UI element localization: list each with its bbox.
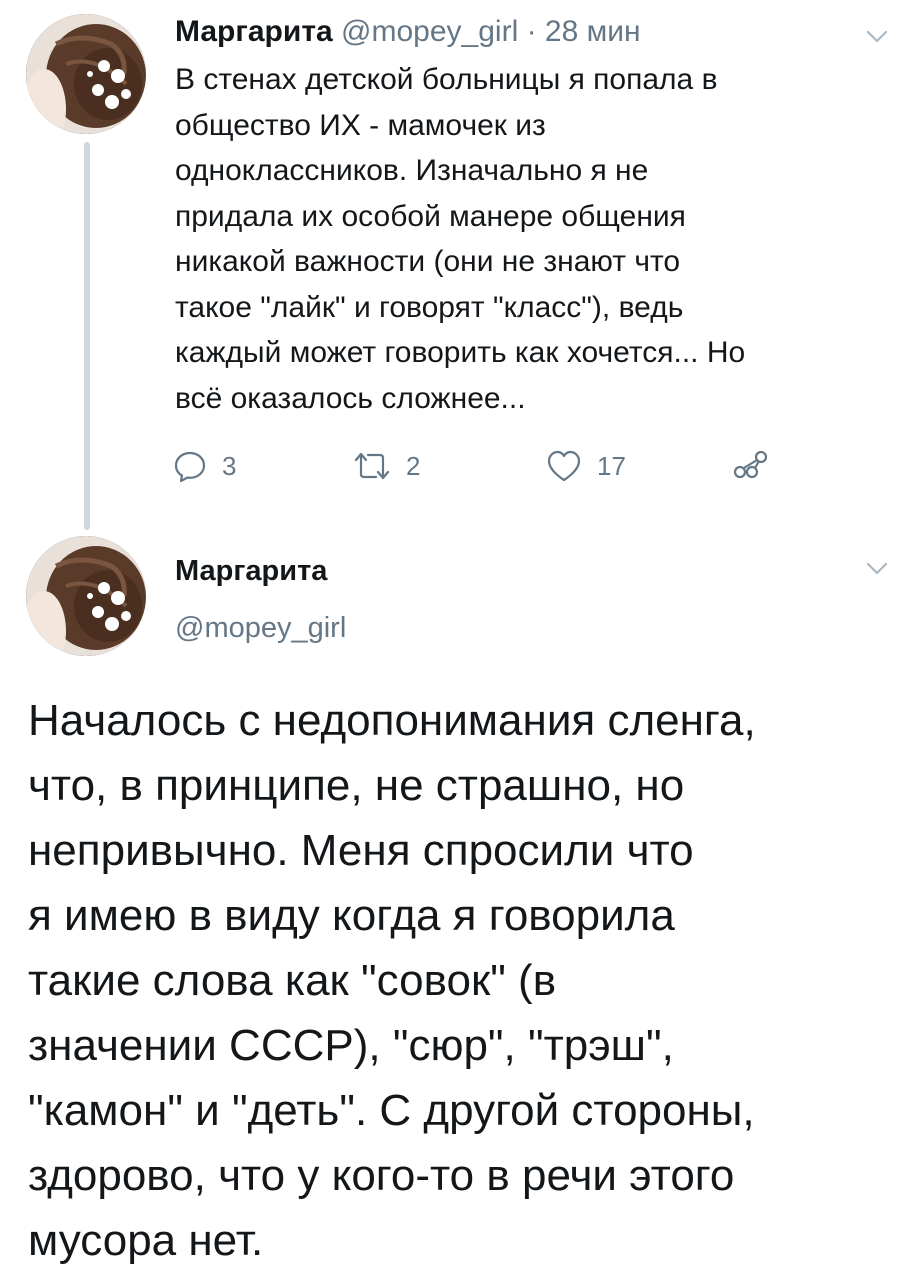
- avatar-photo: [26, 536, 146, 656]
- tweet-text-line: всё оказалось сложнее...: [175, 381, 526, 415]
- share-icon: [733, 450, 768, 479]
- tweet-text-line: каждый может говорить как хочется... Но: [175, 336, 746, 369]
- separator-dot: ·: [526, 15, 537, 48]
- avatar[interactable]: [26, 536, 146, 656]
- thread-connector-line: [84, 142, 90, 530]
- avatar[interactable]: [26, 14, 146, 134]
- tweet-text-line: мусора нет.: [28, 1216, 264, 1265]
- tweet-text-line: такое "лайк" и говорят "класс"), ведь: [175, 290, 684, 324]
- tweet-text-line: я имею в виду когда я говорила: [28, 891, 675, 940]
- tweet-actions: 3 2 17: [172, 446, 792, 486]
- share-button[interactable]: [732, 446, 770, 486]
- tweet-text-line: "камон" и "деть". С другой стороны,: [28, 1086, 755, 1135]
- display-name[interactable]: Маргарита: [175, 15, 333, 48]
- like-count: 17: [597, 450, 626, 481]
- tweet-text-line: одноклассников. Изначально я не: [175, 154, 649, 187]
- tweet-text: Началось с недопонимания сленга, что, в …: [28, 688, 898, 1273]
- tweet-text-line: общество ИХ - мамочек из: [175, 108, 546, 142]
- reply-count: 3: [222, 450, 237, 481]
- tweet-text-line: здорово, что у кого-то в речи этого: [28, 1151, 735, 1200]
- avatar-photo: [26, 14, 146, 134]
- retweet-count: 2: [406, 450, 421, 481]
- timestamp[interactable]: 28 мин: [545, 15, 641, 48]
- user-handle[interactable]: @mopey_girl: [175, 609, 346, 647]
- retweet-icon: [354, 452, 390, 480]
- tweet-text-line: В стенах детской больницы я попала в: [175, 63, 718, 96]
- tweet-text-line: значении СССР), "сюр", "трэш",: [28, 1021, 674, 1070]
- tweet-text-line: что, в принципе, не страшно, но: [28, 761, 685, 810]
- heart-icon: [547, 450, 581, 482]
- reply-icon: [174, 451, 206, 483]
- tweet-text-line: такие слова как "совок" (в: [28, 956, 557, 1005]
- tweet-header: Маргарита @mopey_girl · 28 мин: [175, 12, 641, 52]
- tweet-text-line: непривычно. Меня спросили что: [28, 826, 694, 875]
- tweet-text-line: придала их особой манере общения: [175, 199, 686, 233]
- retweet-button[interactable]: 2: [352, 446, 420, 486]
- user-handle[interactable]: @mopey_girl: [341, 15, 518, 48]
- tweet-text: В стенах детской больницы я попала в общ…: [175, 57, 855, 421]
- tweet-text-line: никакой важности (они не знают что: [175, 245, 681, 278]
- display-name[interactable]: Маргарита: [175, 552, 327, 590]
- chevron-down-icon[interactable]: [866, 562, 888, 576]
- tweet-text-line: Началось с недопонимания сленга,: [28, 696, 756, 745]
- chevron-down-icon[interactable]: [866, 30, 888, 44]
- like-button[interactable]: 17: [545, 446, 626, 486]
- reply-button[interactable]: 3: [172, 446, 236, 486]
